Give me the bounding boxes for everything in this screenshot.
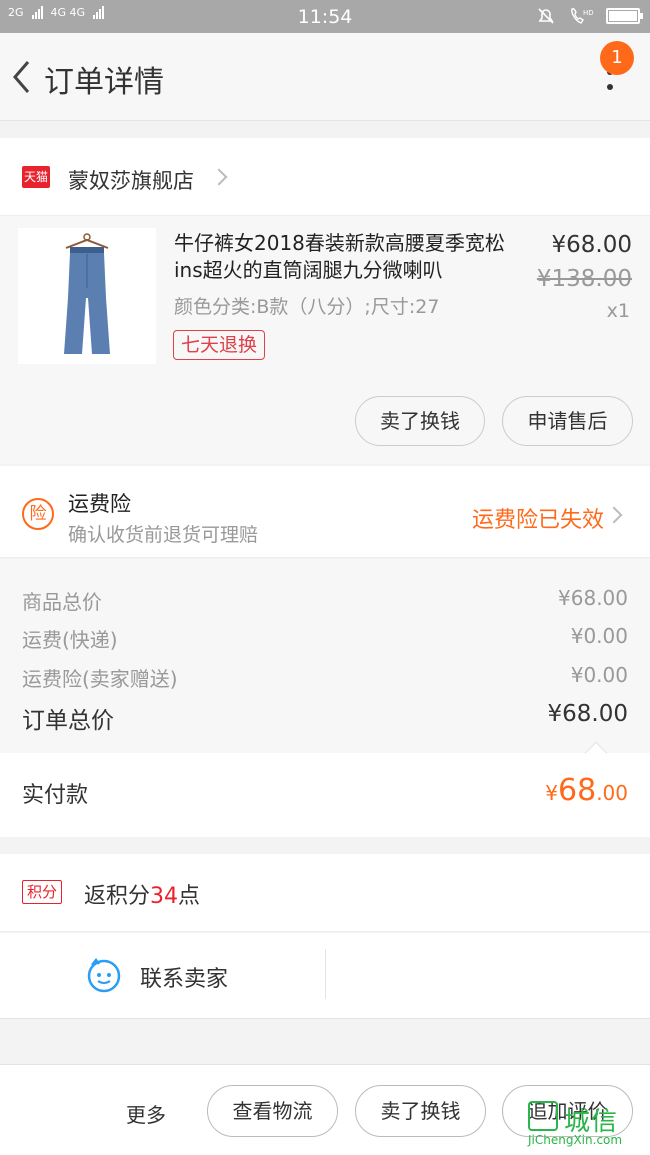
divider: [325, 949, 326, 999]
notification-badge: 1: [600, 41, 634, 75]
points-number: 34: [150, 884, 179, 909]
watermark-logo-icon: [528, 1101, 558, 1131]
order-total-value: ¥68.00: [547, 701, 628, 727]
points-row: 积分 返积分34点: [0, 854, 650, 932]
hd-label: HD: [583, 9, 594, 17]
chat-face-icon[interactable]: [86, 957, 122, 993]
more-actions-button[interactable]: 更多: [126, 1099, 166, 1128]
shop-row[interactable]: 天猫 蒙奴莎旗舰店: [0, 138, 650, 216]
paid-currency: ¥: [545, 781, 558, 805]
product-original-price: ¥138.00: [536, 266, 632, 292]
product-title[interactable]: 牛仔裤女2018春装新款高腰夏季宽松ins超火的直筒阔腿九分微喇叭: [174, 230, 519, 284]
shipping-label: 运费(快递): [22, 628, 118, 652]
back-arrow-icon[interactable]: [10, 59, 34, 95]
system-icons: HD: [536, 6, 643, 26]
resell-bottom-button[interactable]: 卖了换钱: [355, 1085, 486, 1137]
points-prefix: 返积分: [84, 884, 151, 909]
shipping-insurance-row[interactable]: 险 运费险 确认收货前退货可理赔 运费险已失效: [0, 466, 650, 558]
return-policy-tag: 七天退换: [173, 330, 266, 360]
tmall-badge: 天猫: [22, 166, 50, 188]
paid-decimal: .00: [596, 781, 628, 805]
subtotal-label: 商品总价: [22, 590, 102, 614]
insurance-fee-label: 运费险(卖家赠送): [22, 667, 178, 691]
product-thumbnail[interactable]: [18, 228, 156, 364]
insurance-title: 运费险: [68, 492, 131, 516]
view-logistics-button[interactable]: 查看物流: [207, 1085, 338, 1137]
price-summary: 商品总价 ¥68.00 运费(快递) ¥0.00 运费险(卖家赠送) ¥0.00…: [0, 559, 650, 753]
product-price: ¥68.00: [551, 232, 632, 258]
contact-seller-button[interactable]: 联系卖家: [140, 961, 228, 993]
paid-label: 实付款: [22, 783, 89, 808]
insurance-fee-value: ¥0.00: [570, 663, 628, 687]
subtotal-value: ¥68.00: [558, 586, 628, 610]
paid-amount: ¥68.00: [545, 773, 628, 808]
shop-name: 蒙奴莎旗舰店: [68, 169, 194, 193]
product-quantity: x1: [606, 300, 630, 322]
hd-call-icon: HD: [571, 8, 594, 24]
points-suffix: 点: [178, 884, 201, 909]
paid-integer: 68: [558, 773, 597, 808]
product-item[interactable]: 牛仔裤女2018春装新款高腰夏季宽松ins超火的直筒阔腿九分微喇叭 颜色分类:B…: [0, 216, 650, 464]
site-watermark: 城信 JiChengXin.com: [528, 1101, 646, 1149]
after-sales-button[interactable]: 申请售后: [502, 396, 633, 446]
shipping-value: ¥0.00: [570, 624, 628, 648]
paid-amount-row: 实付款 ¥68.00: [0, 741, 650, 837]
battery-icon: [606, 8, 643, 24]
page-title: 订单详情: [44, 65, 164, 100]
resell-button[interactable]: 卖了换钱: [355, 396, 485, 446]
watermark-domain: JiChengXin.com: [528, 1133, 623, 1147]
insurance-status: 运费险已失效: [471, 508, 604, 533]
insurance-icon: 险: [22, 498, 54, 530]
points-text: 返积分34点: [84, 878, 200, 910]
chevron-right-icon: [210, 168, 228, 186]
insurance-subtitle: 确认收货前退货可理赔: [68, 524, 259, 546]
points-tag: 积分: [22, 880, 63, 904]
contact-row: 联系卖家: [0, 933, 650, 1019]
navigation-header: 订单详情 1: [0, 33, 650, 121]
status-bar: 2G 4G 4G 11:54 HD: [0, 0, 650, 33]
mute-bell-icon: [538, 8, 554, 24]
product-sku: 颜色分类:B款（八分）;尺寸:27: [174, 296, 440, 318]
order-total-label: 订单总价: [22, 708, 114, 734]
chevron-right-icon: [605, 506, 623, 524]
battery-level: [609, 11, 637, 21]
